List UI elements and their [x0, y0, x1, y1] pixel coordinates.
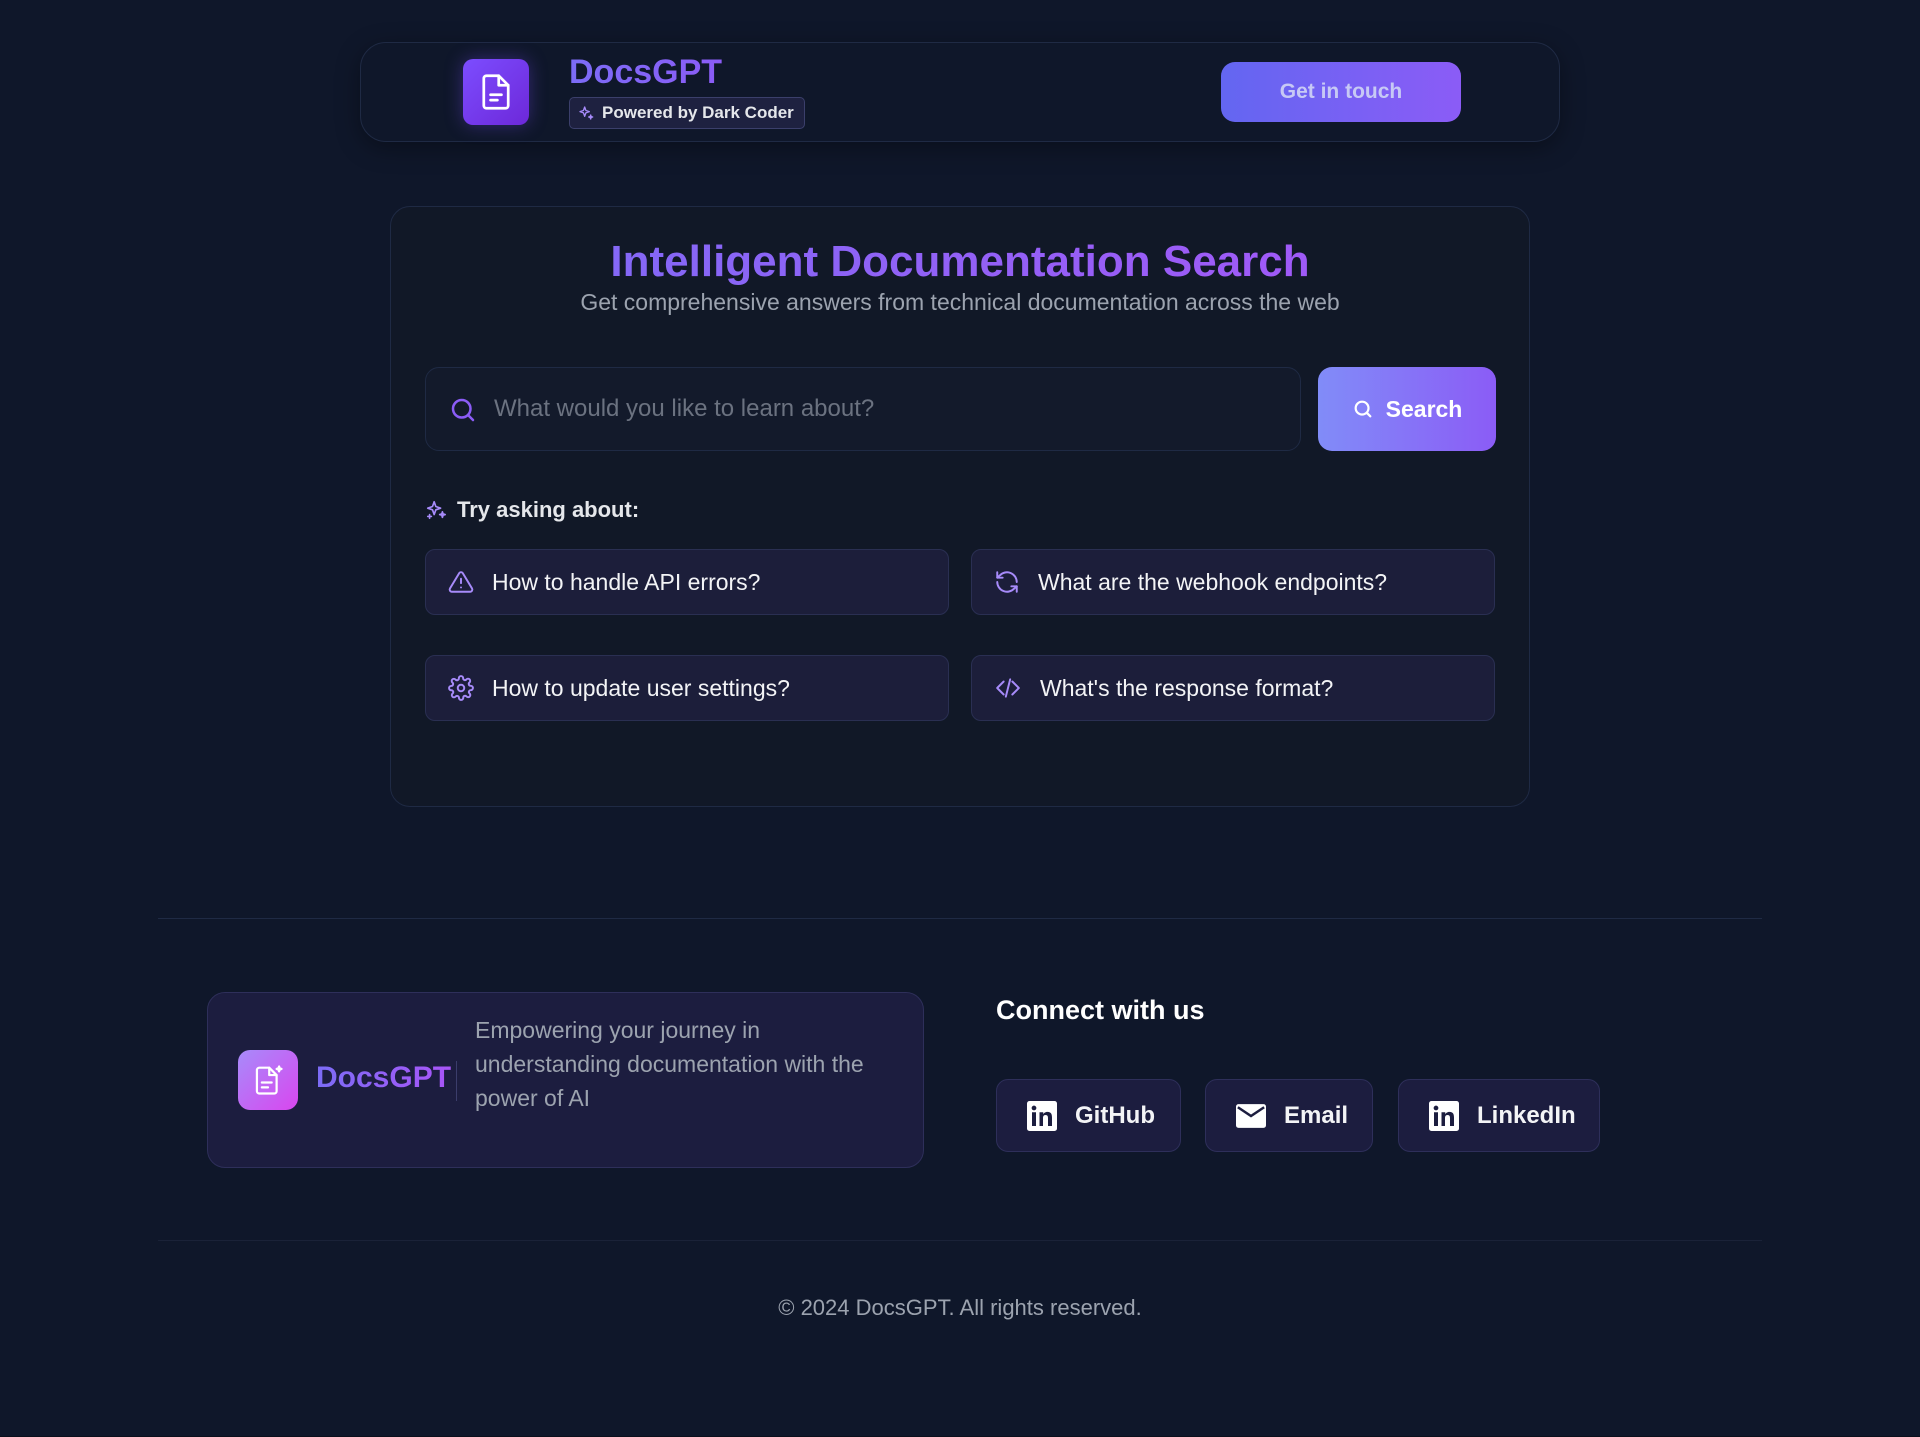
powered-by-text: Powered by Dark Coder — [602, 103, 794, 122]
code-icon — [996, 678, 1020, 698]
search-button-label: Search — [1385, 395, 1463, 422]
footer-brand-card: DocsGPT Empowering your journey in under… — [207, 992, 924, 1168]
suggestion-label: What are the webhook endpoints? — [1038, 568, 1388, 595]
suggestion-label: How to update user settings? — [492, 674, 790, 701]
suggestion-webhook-endpoints[interactable]: What are the webhook endpoints? — [971, 549, 1495, 615]
vertical-divider — [456, 1061, 457, 1101]
search-icon — [451, 398, 475, 422]
warning-icon — [448, 571, 474, 593]
github-label: GitHub — [1075, 1101, 1155, 1129]
document-logo-icon[interactable] — [463, 59, 529, 125]
search-button[interactable]: Search — [1318, 367, 1496, 451]
page-title: Intelligent Documentation Search — [391, 237, 1529, 287]
sparkles-icon — [426, 500, 446, 520]
search-icon — [1354, 400, 1372, 418]
suggestion-label: What's the response format? — [1040, 674, 1334, 701]
search-card: Intelligent Documentation Search Get com… — [390, 206, 1530, 807]
linkedin-icon — [1027, 1100, 1057, 1131]
page-subtitle: Get comprehensive answers from technical… — [580, 289, 1340, 315]
linkedin-icon — [1429, 1100, 1459, 1131]
linkedin-link[interactable]: LinkedIn — [1398, 1079, 1600, 1152]
document-logo-icon — [238, 1050, 298, 1110]
powered-by-badge: Powered by Dark Coder — [569, 97, 805, 129]
search-input[interactable] — [494, 368, 1284, 450]
footer-brand-name: DocsGPT — [316, 1061, 452, 1094]
get-in-touch-button[interactable]: Get in touch — [1221, 62, 1461, 122]
email-link[interactable]: Email — [1205, 1079, 1373, 1152]
connect-heading: Connect with us — [996, 995, 1205, 1025]
copyright-text: © 2024 DocsGPT. All rights reserved. — [778, 1295, 1142, 1320]
suggestion-response-format[interactable]: What's the response format? — [971, 655, 1495, 721]
search-box — [425, 367, 1301, 451]
email-label: Email — [1284, 1101, 1349, 1129]
github-link[interactable]: GitHub — [996, 1079, 1181, 1152]
suggestion-user-settings[interactable]: How to update user settings? — [425, 655, 949, 721]
sparkles-icon — [579, 106, 594, 120]
suggestion-api-errors[interactable]: How to handle API errors? — [425, 549, 949, 615]
top-navbar: DocsGPT Powered by Dark Coder Get in tou… — [360, 42, 1560, 142]
copyright-divider — [158, 1240, 1762, 1241]
refresh-icon — [996, 571, 1018, 593]
footer-tagline: Empowering your journey in understanding… — [475, 1017, 864, 1111]
linkedin-label: LinkedIn — [1477, 1101, 1576, 1129]
brand-name[interactable]: DocsGPT — [569, 53, 722, 92]
footer-divider — [158, 918, 1762, 919]
mail-icon — [1236, 1103, 1266, 1128]
suggestions-heading: Try asking about: — [425, 497, 639, 523]
suggestion-label: How to handle API errors? — [492, 568, 761, 595]
suggestions-label: Try asking about: — [457, 497, 640, 522]
gear-icon — [448, 675, 474, 701]
